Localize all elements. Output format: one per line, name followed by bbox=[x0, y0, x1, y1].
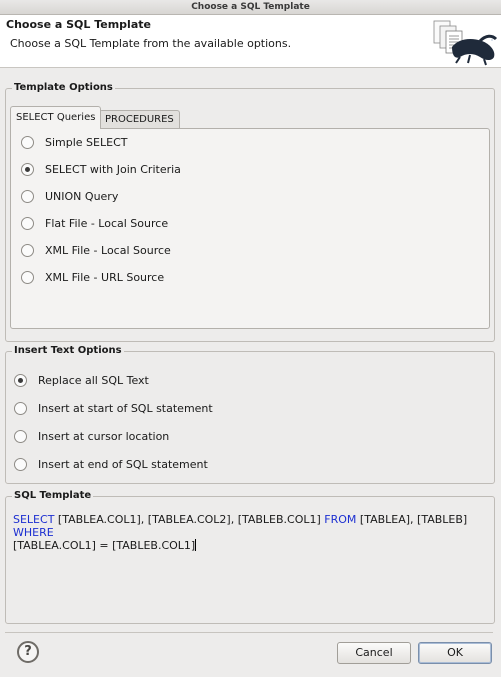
radio-indicator[interactable] bbox=[21, 135, 34, 149]
radio-indicator[interactable] bbox=[21, 243, 34, 257]
tab-select-queries[interactable]: SELECT Queries bbox=[10, 106, 102, 129]
sql-keyword-from: FROM bbox=[324, 513, 357, 526]
sql-template-title: SQL Template bbox=[12, 490, 94, 501]
radio-flat-file-local[interactable]: Flat File - Local Source bbox=[21, 215, 168, 231]
cancel-button[interactable]: Cancel bbox=[337, 642, 411, 664]
radio-indicator[interactable] bbox=[14, 429, 27, 443]
radio-indicator[interactable] bbox=[14, 373, 27, 387]
radio-label: XML File - Local Source bbox=[45, 243, 171, 257]
sql-keyword-select: SELECT bbox=[13, 513, 55, 526]
template-options-group: Template Options SELECT Queries PROCEDUR… bbox=[5, 82, 495, 342]
radio-label: Replace all SQL Text bbox=[38, 373, 149, 387]
radio-indicator[interactable] bbox=[21, 216, 34, 230]
radio-label: XML File - URL Source bbox=[45, 270, 165, 284]
radio-label: Insert at cursor location bbox=[38, 429, 170, 443]
radio-simple-select[interactable]: Simple SELECT bbox=[21, 134, 127, 150]
sql-text-part: [TABLEA], [TABLEB] bbox=[356, 513, 471, 526]
radio-label: UNION Query bbox=[45, 189, 119, 203]
template-options-title: Template Options bbox=[12, 82, 115, 93]
radio-xml-file-local[interactable]: XML File - Local Source bbox=[21, 242, 171, 258]
radio-label: SELECT with Join Criteria bbox=[45, 162, 181, 176]
radio-indicator[interactable] bbox=[21, 270, 34, 284]
help-question-icon[interactable]: ? bbox=[17, 641, 39, 663]
select-queries-panel: Simple SELECT SELECT with Join Criteria … bbox=[10, 128, 490, 329]
radio-label: Simple SELECT bbox=[45, 135, 128, 149]
button-bar-separator bbox=[5, 632, 493, 633]
dialog-header: Choose a SQL Template Choose a SQL Templ… bbox=[0, 15, 501, 68]
radio-indicator[interactable] bbox=[21, 162, 34, 176]
sql-text-part: [TABLEA.COL1], [TABLEA.COL2], [TABLEB.CO… bbox=[54, 513, 325, 526]
header-title: Choose a SQL Template bbox=[6, 18, 151, 31]
sql-template-banner-icon bbox=[433, 20, 498, 66]
radio-label: Insert at end of SQL statement bbox=[38, 457, 208, 471]
radio-select-join[interactable]: SELECT with Join Criteria bbox=[21, 161, 181, 177]
insert-text-options-group: Insert Text Options Replace all SQL Text… bbox=[5, 345, 495, 484]
sql-template-text[interactable]: SELECT [TABLEA.COL1], [TABLEA.COL2], [TA… bbox=[13, 513, 483, 552]
ok-button[interactable]: OK bbox=[418, 642, 492, 664]
radio-label: Flat File - Local Source bbox=[45, 216, 169, 230]
sql-template-group: SQL Template SELECT [TABLEA.COL1], [TABL… bbox=[5, 490, 495, 624]
radio-replace-all[interactable]: Replace all SQL Text bbox=[14, 372, 149, 388]
sql-keyword-where: WHERE bbox=[13, 526, 54, 539]
radio-indicator[interactable] bbox=[14, 457, 27, 471]
radio-indicator[interactable] bbox=[14, 401, 27, 415]
sql-text-part: [TABLEA.COL1] = [TABLEB.COL1] bbox=[13, 539, 196, 552]
radio-insert-end[interactable]: Insert at end of SQL statement bbox=[14, 456, 208, 472]
radio-xml-file-url[interactable]: XML File - URL Source bbox=[21, 269, 164, 285]
radio-indicator[interactable] bbox=[21, 189, 34, 203]
radio-insert-cursor[interactable]: Insert at cursor location bbox=[14, 428, 169, 444]
radio-union-query[interactable]: UNION Query bbox=[21, 188, 118, 204]
text-cursor bbox=[195, 539, 197, 551]
window-title: Choose a SQL Template bbox=[0, 0, 501, 15]
radio-insert-start[interactable]: Insert at start of SQL statement bbox=[14, 400, 213, 416]
radio-label: Insert at start of SQL statement bbox=[38, 401, 213, 415]
insert-text-options-title: Insert Text Options bbox=[12, 345, 124, 356]
header-description: Choose a SQL Template from the available… bbox=[10, 37, 292, 50]
tab-procedures[interactable]: PROCEDURES bbox=[99, 110, 180, 129]
